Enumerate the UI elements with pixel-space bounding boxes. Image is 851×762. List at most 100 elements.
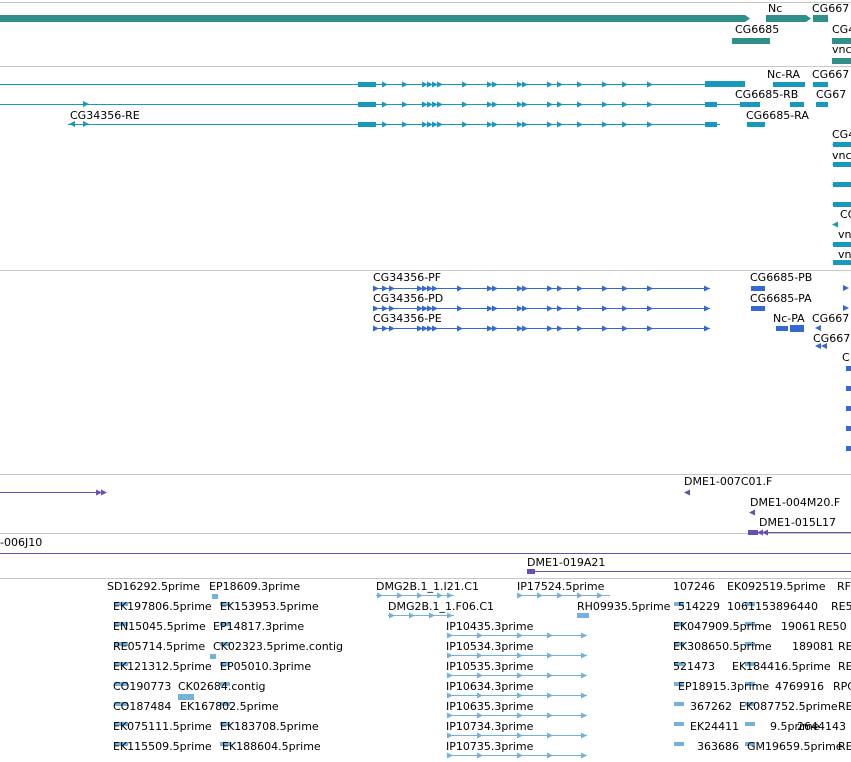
feature-label[interactable]: CO187484 [113, 700, 171, 713]
feature-label[interactable]: IP10534.3prime [446, 640, 533, 653]
feature-label[interactable]: EK188604.5prime [222, 740, 321, 753]
cds-block[interactable] [776, 326, 788, 331]
cds-block[interactable] [846, 406, 851, 411]
feature-label[interactable]: CG34356-PE [373, 312, 442, 325]
feature-label[interactable]: EK121312.5prime [113, 660, 212, 673]
gene-feature[interactable] [766, 15, 811, 22]
feature-label[interactable]: RE [838, 700, 851, 713]
feature-label[interactable]: 189081 [792, 640, 834, 653]
cds-block[interactable] [751, 286, 765, 291]
feature-label[interactable]: RPC [833, 680, 851, 693]
exon-block[interactable] [813, 82, 828, 87]
feature-label[interactable]: EK09251 [727, 580, 776, 593]
feature-label[interactable]: IP10435.3prime [446, 620, 533, 633]
cds-block[interactable] [846, 366, 851, 371]
exon-block[interactable] [705, 102, 717, 107]
feature-label[interactable]: DMG2B.1_1.I21.C1 [376, 580, 479, 593]
feature-label[interactable]: EK047909.5prime [673, 620, 772, 633]
feature-label[interactable]: EK308650.5prime [673, 640, 772, 653]
feature-label[interactable]: CG4 [832, 128, 851, 141]
exon-block[interactable] [816, 102, 828, 107]
cds-block[interactable] [790, 325, 804, 332]
cds-block[interactable] [846, 426, 851, 431]
gene-feature[interactable] [832, 58, 851, 64]
gene-feature[interactable] [732, 38, 770, 44]
cds-block[interactable] [751, 306, 765, 311]
feature-label[interactable]: 367262 [690, 700, 732, 713]
feature-label[interactable]: RE05714.5prime [113, 640, 205, 653]
est-block[interactable] [210, 654, 216, 659]
gene-feature[interactable] [0, 15, 750, 22]
exon-block[interactable] [747, 122, 765, 127]
feature-label[interactable]: 9.5prime [776, 580, 826, 593]
feature-label[interactable]: -006J10 [0, 536, 42, 549]
feature-label[interactable]: CG34356-RE [70, 109, 140, 122]
feature-label[interactable]: EP18915.3prime [678, 680, 769, 693]
feature-label[interactable]: CG667 [813, 332, 850, 345]
feature-label[interactable]: vnc [838, 228, 851, 241]
feature-label[interactable]: IP10535.3prime [446, 660, 533, 673]
feature-label[interactable]: vnc [838, 248, 851, 261]
feature-label[interactable]: CG6685-PA [750, 292, 812, 305]
feature-label[interactable]: EK197806.5prime [113, 600, 212, 613]
est-block[interactable] [674, 722, 684, 726]
feature-label[interactable]: CK02323.5prime.contig [213, 640, 343, 653]
feature-label[interactable]: 19061 [781, 620, 816, 633]
feature-label[interactable]: C [842, 351, 850, 364]
cds-block[interactable] [846, 446, 851, 451]
feature-label[interactable]: Nc [768, 2, 782, 15]
clone-block[interactable] [748, 530, 758, 535]
feature-label[interactable]: DMG2B.1_1.F06.C1 [388, 600, 494, 613]
feature-label[interactable]: RE [838, 660, 851, 673]
feature-label[interactable]: DME1-015L17 [759, 516, 836, 529]
feature-label[interactable]: IP17524.5prime [517, 580, 604, 593]
feature-label[interactable]: CG [840, 208, 851, 221]
feature-label[interactable]: IP10635.3prime [446, 700, 533, 713]
feature-label[interactable]: CG6685-PB [750, 271, 812, 284]
feature-label[interactable]: EP05010.3prime [220, 660, 311, 673]
feature-label[interactable]: CG667 [812, 312, 849, 325]
feature-label[interactable]: RE [838, 740, 851, 753]
feature-label[interactable]: EK153953.5prime [220, 600, 319, 613]
feature-label[interactable]: DME1-004M20.F [750, 496, 840, 509]
feature-label[interactable]: Nc-PA [773, 312, 805, 325]
feature-label[interactable]: EK167802.5prime [180, 700, 279, 713]
gene-feature[interactable] [813, 15, 828, 22]
feature-label[interactable]: RE5 [831, 600, 851, 613]
feature-label[interactable]: CG667 [812, 2, 849, 15]
feature-label[interactable]: CK02684.contig [178, 680, 265, 693]
feature-label[interactable]: EP18609.3prime [209, 580, 300, 593]
feature-label[interactable]: EP14817.3prime [213, 620, 304, 633]
feature-label[interactable]: 363686 [697, 740, 739, 753]
feature-label[interactable]: EK184416.5prime [732, 660, 831, 673]
exon-block[interactable] [705, 122, 717, 127]
exon-block[interactable] [358, 102, 376, 107]
feature-label[interactable]: IP10634.3prime [446, 680, 533, 693]
feature-label[interactable]: CG6685 [735, 23, 779, 36]
feature-label[interactable]: IP10735.3prime [446, 740, 533, 753]
est-block[interactable] [745, 722, 755, 726]
exon-block[interactable] [705, 81, 745, 87]
feature-label[interactable]: EK115509.5prime [113, 740, 212, 753]
feature-label[interactable]: vnc [832, 43, 851, 56]
feature-label[interactable]: GM19659.5prime [747, 740, 843, 753]
feature-label[interactable]: EN15045.5prime [113, 620, 206, 633]
exon-block[interactable] [740, 102, 760, 107]
feature-label[interactable]: DME1-007C01.F [684, 475, 772, 488]
exon-block[interactable] [358, 122, 376, 127]
est-block[interactable] [674, 742, 684, 746]
feature-label[interactable]: CG667 [812, 68, 849, 81]
feature-label[interactable]: EK075111.5prime [113, 720, 212, 733]
feature-label[interactable]: RH09935.5prime [577, 600, 670, 613]
feature-label[interactable]: 2644143 [797, 720, 846, 733]
feature-label[interactable]: EK24411 [690, 720, 739, 733]
feature-label[interactable]: CO190773 [113, 680, 171, 693]
cds-block[interactable] [846, 386, 851, 391]
feature-label[interactable]: 521473 [673, 660, 715, 673]
feature-label[interactable]: EK183708.5prime [220, 720, 319, 733]
feature-label[interactable]: CG6685-RB [735, 88, 798, 101]
est-block[interactable] [577, 613, 589, 618]
est-block[interactable] [212, 594, 218, 599]
feature-label[interactable]: SD16292.5prime [107, 580, 200, 593]
est-block[interactable] [674, 702, 684, 706]
